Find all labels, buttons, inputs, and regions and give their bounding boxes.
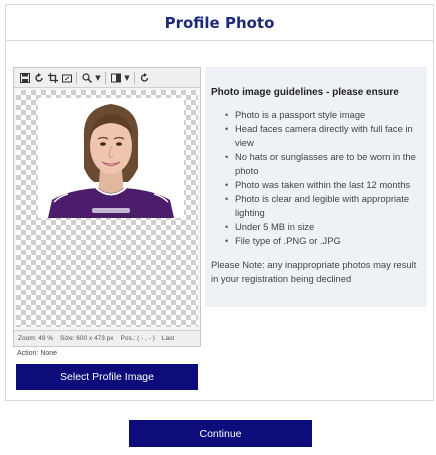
select-profile-image-button[interactable]: Select Profile Image [16, 364, 198, 390]
editor-statusbar: Zoom: 49 % Size: 600 x 473 px Pos.: ( - … [14, 330, 200, 346]
filter-icon[interactable] [109, 71, 122, 85]
size-readout: Size: 600 x 473 px [60, 335, 114, 342]
zoom-icon[interactable] [80, 71, 93, 85]
toolbar-divider [134, 71, 135, 84]
rotate-icon[interactable] [32, 71, 45, 85]
list-item: Photo was taken within the last 12 month… [225, 178, 419, 192]
save-icon[interactable] [18, 71, 31, 85]
toolbar-divider [76, 71, 77, 84]
guidelines-list: Photo is a passport style image Head fac… [225, 108, 419, 248]
action-status: Action: None [17, 350, 58, 357]
image-canvas[interactable] [16, 90, 198, 327]
guidelines-panel: Photo image guidelines - please ensure P… [205, 67, 427, 307]
list-item: Photo is clear and legible with appropri… [225, 192, 419, 220]
image-editor: ▼ ▼ Zoom: 49 % Size: 600 x 473 px Pos.: … [13, 67, 201, 347]
guidelines-note: Please Note: any inappropriate photos ma… [211, 259, 417, 284]
crop-icon[interactable] [46, 71, 59, 85]
list-item: No hats or sunglasses are to be worn in … [225, 150, 419, 178]
chevron-down-icon[interactable]: ▼ [94, 71, 102, 85]
chevron-down-icon[interactable]: ▼ [123, 71, 131, 85]
list-item: File type of .PNG or .JPG [225, 234, 419, 248]
list-item: Head faces camera directly with full fac… [225, 122, 419, 150]
redo-icon[interactable] [138, 71, 151, 85]
toolbar-divider [105, 71, 106, 84]
last-action-label: Last [161, 335, 175, 342]
continue-button[interactable]: Continue [129, 420, 312, 447]
card-header: Profile Photo [6, 5, 433, 41]
zoom-readout: Zoom: 49 % [18, 335, 54, 342]
profile-photo [38, 98, 184, 218]
profile-photo-card: Profile Photo ▼ ▼ Zoom: 49 % Size: 600 x… [5, 4, 434, 401]
list-item: Under 5 MB in size [225, 220, 419, 234]
guidelines-title: Photo image guidelines - please ensure [211, 87, 399, 98]
list-item: Photo is a passport style image [225, 108, 419, 122]
position-readout: Pos.: ( - , - ) [120, 335, 155, 342]
page-title: Profile Photo [164, 13, 275, 32]
editor-toolbar: ▼ ▼ [14, 68, 200, 88]
resize-icon[interactable] [60, 71, 73, 85]
